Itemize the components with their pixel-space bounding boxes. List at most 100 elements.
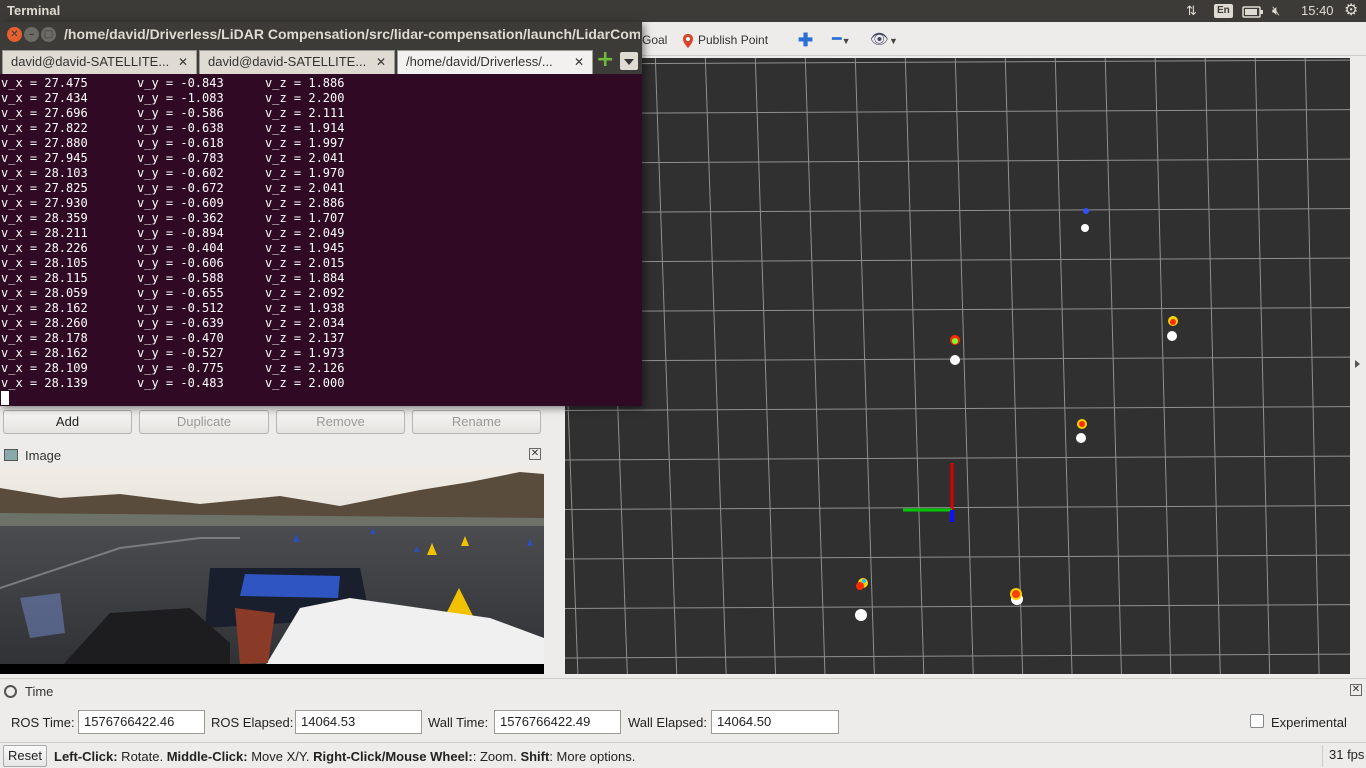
velocity-value: v_x = 27.696 <box>1 106 88 120</box>
close-icon[interactable]: ✕ <box>1350 684 1362 696</box>
velocity-value: v_y = -0.362 <box>137 211 224 225</box>
velocity-value: v_y = -0.894 <box>137 226 224 240</box>
ros-time-field[interactable]: 1576766422.46 <box>78 710 205 734</box>
velocity-value: v_x = 28.211 <box>1 226 88 240</box>
chevron-down-icon[interactable] <box>620 52 638 70</box>
duplicate-display-button[interactable]: Duplicate <box>139 410 269 434</box>
hint-text: : More options. <box>549 749 636 764</box>
grid-line <box>1304 58 1320 674</box>
tool-2d-nav-goal[interactable]: Goal <box>642 30 667 50</box>
velocity-value: v_x = 28.162 <box>1 301 88 315</box>
grid-line <box>954 58 974 674</box>
grid-line <box>565 307 1350 312</box>
velocity-value: v_x = 28.103 <box>1 166 88 180</box>
hint-key: Shift <box>520 749 550 764</box>
velocity-value: v_y = -0.606 <box>137 256 224 270</box>
velocity-value: v_y = -0.843 <box>137 76 224 90</box>
terminal-line: v_x = 28.162 v_y = -0.527 v_z = 1.973 <box>1 346 642 361</box>
terminal-tab[interactable]: david@david-SATELLITE... ✕ <box>199 50 395 74</box>
grid-line <box>704 58 727 674</box>
ros-elapsed-field[interactable]: 14064.53 <box>295 710 422 734</box>
close-icon[interactable]: ✕ <box>376 51 386 73</box>
camera-image <box>0 468 544 674</box>
wall-elapsed-label: Wall Elapsed: <box>628 715 707 730</box>
language-indicator[interactable]: En <box>1214 4 1233 18</box>
terminal-line: v_x = 27.880 v_y = -0.618 v_z = 1.997 <box>1 136 642 151</box>
minus-icon[interactable]: ━▼ <box>832 30 851 50</box>
eye-icon[interactable]: 👁︎▼ <box>870 30 898 50</box>
terminal-line: v_x = 27.825 v_y = -0.672 v_z = 2.041 <box>1 181 642 196</box>
cone-green <box>952 338 958 344</box>
velocity-value: v_x = 28.139 <box>1 376 88 390</box>
grid-line <box>804 58 826 674</box>
grid-line <box>565 208 1350 213</box>
ros-elapsed-label: ROS Elapsed: <box>211 715 294 730</box>
3d-scene[interactable] <box>565 58 1350 674</box>
axes <box>903 463 954 522</box>
velocity-value: v_z = 1.884 <box>265 271 345 285</box>
grid-line <box>565 109 1350 114</box>
velocity-value: v_z = 2.049 <box>265 226 345 240</box>
terminal-tab[interactable]: david@david-SATELLITE... ✕ <box>2 50 197 74</box>
3d-view[interactable] <box>565 58 1350 674</box>
close-icon[interactable]: ✕ <box>574 51 584 73</box>
velocity-value: v_y = -0.618 <box>137 136 224 150</box>
maximize-window-button[interactable]: □ <box>41 27 56 42</box>
terminal-line: v_x = 28.226 v_y = -0.404 v_z = 1.945 <box>1 241 642 256</box>
hint-key: Right-Click/Mouse Wheel: <box>313 749 473 764</box>
top-panel: Terminal ⇅ En 🔇︎ 15:40 ⚙ <box>0 0 1366 22</box>
cone-detected <box>855 609 867 621</box>
velocity-value: v_y = -0.404 <box>137 241 224 255</box>
grid-line <box>904 58 925 674</box>
terminal-line: v_x = 27.930 v_y = -0.609 v_z = 2.886 <box>1 196 642 211</box>
tool-publish-point[interactable]: Publish Point <box>682 30 768 50</box>
velocity-value: v_y = -1.083 <box>137 91 224 105</box>
add-display-button[interactable]: Add <box>3 410 132 434</box>
cone-detected <box>1167 331 1177 341</box>
clock[interactable]: 15:40 <box>1301 2 1334 20</box>
transfer-arrows-icon[interactable]: ⇅ <box>1186 2 1197 20</box>
wall-time-field[interactable]: 1576766422.49 <box>494 710 621 734</box>
tab-label: david@david-SATELLITE... <box>208 54 367 69</box>
velocity-value: v_z = 2.015 <box>265 256 345 270</box>
time-panel: Time ✕ ROS Time: 1576766422.46 ROS Elaps… <box>0 678 1366 740</box>
velocity-value: v_z = 1.938 <box>265 301 345 315</box>
remove-display-button[interactable]: Remove <box>276 410 405 434</box>
velocity-value: v_z = 2.126 <box>265 361 345 375</box>
battery-icon[interactable] <box>1242 2 1264 20</box>
reset-button[interactable]: Reset <box>3 745 47 767</box>
rename-display-button[interactable]: Rename <box>412 410 541 434</box>
grid-line <box>1004 58 1024 674</box>
plus-icon[interactable]: ✚ <box>798 30 813 50</box>
close-window-button[interactable]: ✕ <box>7 27 22 42</box>
velocity-value: v_z = 2.041 <box>265 181 345 195</box>
velocity-value: v_y = -0.512 <box>137 301 224 315</box>
velocity-value: v_y = -0.483 <box>137 376 224 390</box>
terminal-window[interactable]: ✕ – □ /home/david/Driverless/LiDAR Compe… <box>0 22 642 406</box>
experimental-checkbox[interactable] <box>1250 714 1264 728</box>
hint-text: : Zoom. <box>472 749 521 764</box>
views-panel-handle[interactable] <box>1352 58 1366 674</box>
terminal-output[interactable]: v_x = 27.475 v_y = -0.843 v_z = 1.886 v_x =… <box>0 76 642 406</box>
close-icon[interactable]: ✕ <box>178 51 188 73</box>
muted-speaker-icon[interactable]: 🔇︎ <box>1272 2 1280 20</box>
grid-line <box>1254 58 1271 674</box>
tab-label: david@david-SATELLITE... <box>11 54 170 69</box>
close-icon[interactable]: ✕ <box>529 448 541 460</box>
plus-icon[interactable]: + <box>596 49 614 71</box>
velocity-value: v_z = 1.970 <box>265 166 345 180</box>
cone-red <box>1170 319 1176 325</box>
minimize-window-button[interactable]: – <box>24 27 39 42</box>
image-panel-title: Image <box>25 448 62 463</box>
terminal-titlebar[interactable]: ✕ – □ /home/david/Driverless/LiDAR Compe… <box>0 22 642 48</box>
velocity-value: v_x = 28.178 <box>1 331 88 345</box>
hint-text: Rotate. <box>117 749 167 764</box>
velocity-value: v_y = -0.639 <box>137 316 224 330</box>
velocity-value: v_x = 27.945 <box>1 151 88 165</box>
gear-icon[interactable]: ⚙ <box>1344 2 1358 20</box>
terminal-tab-active[interactable]: /home/david/Driverless/... ✕ <box>397 50 593 74</box>
terminal-line: v_x = 27.475 v_y = -0.843 v_z = 1.886 <box>1 76 642 91</box>
velocity-value: v_x = 28.359 <box>1 211 88 225</box>
terminal-line: v_x = 28.178 v_y = -0.470 v_z = 2.137 <box>1 331 642 346</box>
wall-elapsed-field[interactable]: 14064.50 <box>711 710 839 734</box>
